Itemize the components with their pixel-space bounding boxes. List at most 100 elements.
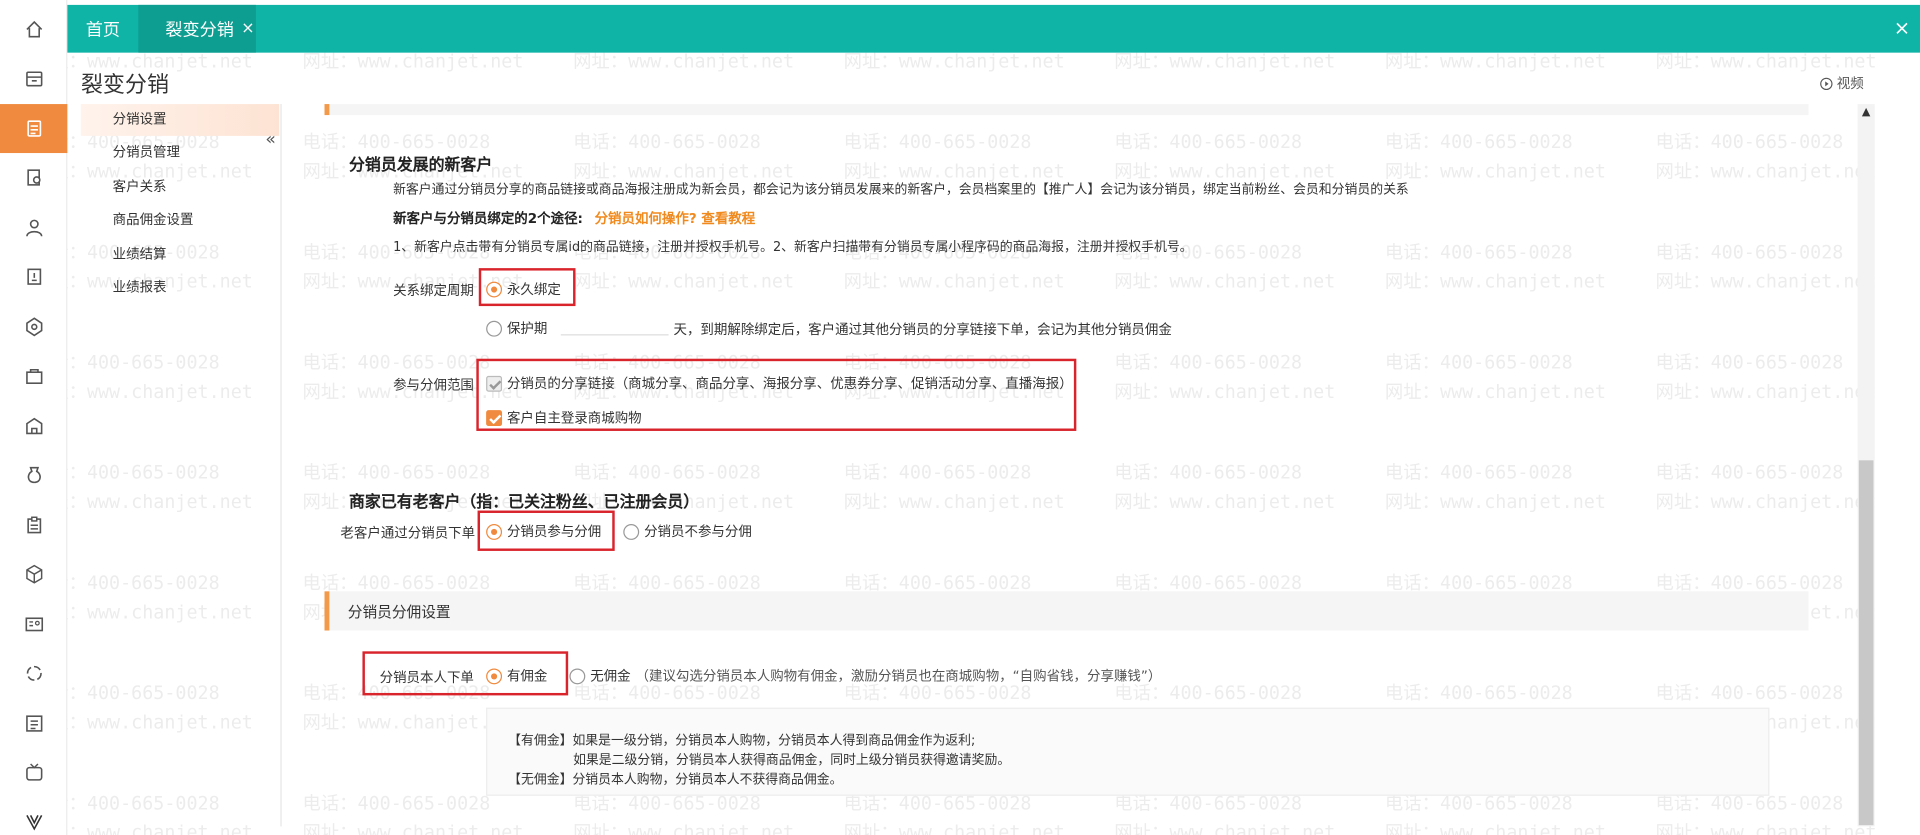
binding-period-label: 关系绑定周期 <box>393 282 474 299</box>
watermark-phone: 电话：400-665-0028 <box>1655 461 1844 484</box>
binding-ways-detail: 1、新客户点击带有分销员专属id的商品链接，注册并授权手机号。2、新客户扫描带有… <box>393 239 1193 255</box>
watermark-url: 网址：www.chanjet.net <box>1384 160 1606 183</box>
sub-sidebar: 分销设置 分销员管理 客户关系 商品佣金设置 业绩结算 业绩报表 <box>80 104 280 826</box>
commission-scope-label: 参与分佣范围 <box>393 377 474 394</box>
sidebar-item-distribution-settings[interactable]: 分销设置 <box>80 104 280 136</box>
watermark-url: 网址：www.chanjet.net <box>1114 490 1336 513</box>
section-title: 分销员分佣设置 <box>347 603 451 621</box>
watermark-url: 网址：www.chanjet.net <box>1655 160 1877 183</box>
tip-line: 【无佣金】分销员本人购物，分销员本人不获得商品佣金。 <box>508 772 843 788</box>
watermark-phone: 电话：400-665-0028 <box>302 792 491 815</box>
highlight-box <box>362 651 569 696</box>
watermark-phone: 电话：400-665-0028 <box>302 351 491 374</box>
highlight-box <box>477 510 615 551</box>
watermark-phone: 电话：400-665-0028 <box>1384 681 1573 704</box>
watermark-url: 网址：www.chanjet.net <box>1384 270 1606 293</box>
watermark-url: 网址：www.chanjet.net <box>573 821 795 835</box>
divider <box>280 104 282 827</box>
watermark-url: 网址：www.chanjet.net <box>302 821 524 835</box>
protection-days-input[interactable] <box>560 334 669 336</box>
distribution-icon[interactable] <box>0 104 68 154</box>
watermark-url: 网址：www.chanjet.net <box>1655 490 1877 513</box>
tutorial-link[interactable]: 分销员如何操作? 查看教程 <box>595 211 756 227</box>
icon-rail <box>0 0 68 835</box>
watermark-phone: 电话：400-665-0028 <box>1655 241 1844 264</box>
watermark-url: 网址：www.chanjet.net <box>1384 821 1606 835</box>
watermark-url: 网址：www.chanjet.net <box>1655 270 1877 293</box>
section-header: 分销员分佣设置 <box>324 591 1809 631</box>
tip-line: 【有佣金】如果是一级分销，分销员本人购物，分销员本人得到商品佣金作为返利; <box>508 733 976 749</box>
tab-close-icon[interactable]: × <box>241 20 254 38</box>
watermark-phone: 电话：400-665-0028 <box>302 461 491 484</box>
radio-distributor-not-participates[interactable]: 分销员不参与分佣 <box>623 522 752 542</box>
doc-search-icon[interactable] <box>0 153 67 202</box>
home-icon[interactable] <box>0 5 67 54</box>
watermark-phone: 电话：400-665-0028 <box>302 131 491 154</box>
watermark-phone: 电话：400-665-0028 <box>1655 351 1844 374</box>
commission-tip-box: 【有佣金】如果是一级分销，分销员本人购物，分销员本人得到商品佣金作为返利; 如果… <box>486 707 1770 796</box>
cube-icon[interactable] <box>0 550 67 599</box>
sidebar-item-product-commission[interactable]: 商品佣金设置 <box>81 204 279 236</box>
new-customers-description: 新客户通过分销员分享的商品链接或商品海报注册成为新会员，都会记为该分销员发展来的… <box>393 182 1409 198</box>
close-icon[interactable]: × <box>1894 16 1910 39</box>
radio-circle[interactable] <box>623 523 640 540</box>
watermark-phone: 电话：400-665-0028 <box>573 131 761 154</box>
watermark-url: 网址：www.chanjet.net <box>1114 380 1336 403</box>
tab-fission-distribution[interactable]: 裂变分销 × <box>138 4 256 53</box>
video-button[interactable]: 视频 <box>1820 73 1864 93</box>
radio-label: 无佣金 <box>590 668 631 685</box>
watermark-phone: 电话：400-665-0028 <box>1384 241 1573 264</box>
page-title: 裂变分销 <box>80 72 169 98</box>
money-bag-icon[interactable] <box>0 451 67 500</box>
v-logo-icon[interactable] <box>0 797 67 835</box>
highlight-box <box>478 268 576 307</box>
old-customers-heading: 商家已有老客户（指：已关注粉丝、已注册会员） <box>348 493 700 512</box>
sidebar-item-performance-report[interactable]: 业绩报表 <box>81 272 279 304</box>
new-customers-heading: 分销员发展的新客户 <box>348 156 493 176</box>
protection-period-note: 天，到期解除绑定后，客户通过其他分销员的分享链接下单，会记为其他分销员佣金 <box>673 321 1172 338</box>
card-icon[interactable] <box>0 600 67 649</box>
sidebar-item-distributor-management[interactable]: 分销员管理 <box>81 137 279 169</box>
without-commission-note: （建议勾选分销员本人购物有佣金，激励分销员也在商城购物，“自购省钱，分享赚钱”） <box>635 668 1162 685</box>
settings-icon[interactable] <box>0 302 67 351</box>
watermark-url: 网址：www.chanjet.net <box>1114 270 1336 293</box>
radio-circle[interactable] <box>486 320 503 337</box>
radio-label: 分销员不参与分佣 <box>644 524 752 540</box>
watermark-phone: 电话：400-665-0028 <box>1655 681 1844 704</box>
user-icon[interactable] <box>0 203 67 252</box>
scrollbar-thumb[interactable] <box>1858 460 1874 826</box>
section-header-cutoff <box>324 104 1809 116</box>
watermark-url: 网址：www.chanjet.net <box>843 821 1065 835</box>
bag-icon[interactable] <box>0 351 67 400</box>
watermark-phone: 电话：400-665-0028 <box>843 461 1032 484</box>
watermark-url: 网址：www.chanjet.net <box>1655 821 1877 835</box>
doc-icon[interactable] <box>0 252 67 301</box>
highlight-box <box>476 358 1077 431</box>
sidebar-item-customer-relations[interactable]: 客户关系 <box>81 171 279 203</box>
tab-home[interactable]: 首页 <box>67 5 138 53</box>
radio-label: 保护期 <box>506 320 548 337</box>
watermark-url: 网址：www.chanjet.net <box>1114 821 1336 835</box>
binding-ways-row: 新客户与分销员绑定的2个途径: 分销员如何操作? 查看教程 <box>393 208 755 228</box>
clipboard-icon[interactable] <box>0 501 67 550</box>
watermark-phone: 电话：400-665-0028 <box>1384 131 1573 154</box>
loop-icon[interactable] <box>0 649 67 698</box>
binding-ways-label: 新客户与分销员绑定的2个途径: <box>393 210 583 227</box>
watermark-phone: 电话：400-665-0028 <box>1384 351 1573 374</box>
sidebar-item-performance-settlement[interactable]: 业绩结算 <box>81 239 279 271</box>
radio-without-commission[interactable]: 无佣金 （建议勾选分销员本人购物有佣金，激励分销员也在商城购物，“自购省钱，分享… <box>569 666 1161 686</box>
tv-icon[interactable] <box>0 748 67 797</box>
radio-protection-period[interactable]: 保护期 <box>486 318 547 338</box>
scroll-up-icon[interactable]: ▲ <box>1858 107 1875 124</box>
building-icon[interactable] <box>0 402 67 451</box>
watermark-url: 网址：www.chanjet.net <box>1655 380 1877 403</box>
store-icon[interactable] <box>0 54 67 103</box>
list-icon[interactable] <box>0 699 67 748</box>
radio-circle[interactable] <box>569 667 586 684</box>
collapse-sidebar-icon[interactable]: « <box>262 130 279 150</box>
watermark-url: 网址：www.chanjet.net <box>843 270 1065 293</box>
top-tab-bar: 首页 裂变分销 × × <box>67 4 1920 53</box>
watermark-phone: 电话：400-665-0028 <box>573 461 761 484</box>
watermark-phone: 电话：400-665-0028 <box>843 131 1032 154</box>
video-label: 视频 <box>1836 75 1864 92</box>
